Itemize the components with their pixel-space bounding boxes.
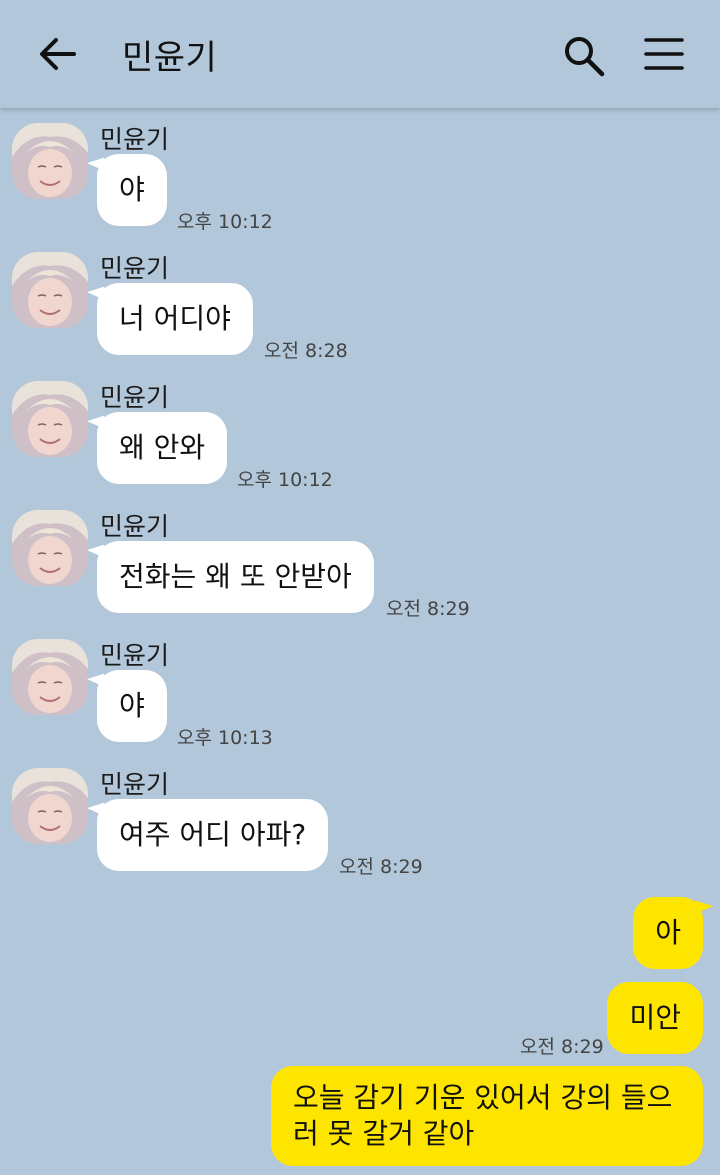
message-time: 오전 8:28: [264, 340, 348, 362]
chat-header: 민윤기: [0, 0, 720, 108]
message-bubble[interactable]: 여주 어디 아파?: [97, 799, 329, 871]
my-message-bubble[interactable]: 미안: [607, 982, 703, 1054]
my-message-bubble[interactable]: 오늘 감기 기운 있어서 강의 들으러 못 갈거 같아: [271, 1066, 703, 1166]
message-bubble[interactable]: 왜 안와: [97, 412, 228, 484]
search-icon: [565, 37, 605, 77]
avatar-image: [12, 510, 88, 586]
avatar[interactable]: [12, 510, 88, 586]
sender-name: 민윤기: [100, 254, 170, 283]
hamburger-menu-icon: [644, 38, 684, 70]
message-time: 오전 8:29: [386, 598, 470, 620]
incoming-message: 민윤기 왜 안와 오후 10:12: [0, 368, 720, 493]
message-bubble[interactable]: 전화는 왜 또 안받아: [97, 541, 374, 613]
message-bubble[interactable]: 야: [97, 154, 167, 226]
message-bubble[interactable]: 야: [97, 670, 167, 742]
sender-name: 민윤기: [100, 125, 170, 154]
sender-name: 민윤기: [100, 512, 170, 541]
my-message-bubble[interactable]: 아: [633, 897, 703, 969]
back-button[interactable]: [36, 34, 80, 74]
avatar-image: [12, 768, 88, 844]
avatar-image: [12, 639, 88, 715]
avatar-image: [12, 381, 88, 457]
avatar[interactable]: [12, 768, 88, 844]
incoming-message: 민윤기 전화는 왜 또 안받아 오전 8:29: [0, 497, 720, 622]
message-bubble[interactable]: 너 어디야: [97, 283, 253, 355]
chat-title: 민윤기: [122, 38, 218, 78]
avatar-image: [12, 252, 88, 328]
avatar[interactable]: [12, 252, 88, 328]
arrow-left-icon: [40, 38, 76, 70]
incoming-message: 민윤기 야 오후 10:12: [0, 110, 720, 235]
incoming-message: 민윤기 여주 어디 아파? 오전 8:29: [0, 755, 720, 880]
avatar[interactable]: [12, 123, 88, 199]
search-button[interactable]: [562, 34, 606, 78]
sender-name: 민윤기: [100, 770, 170, 799]
message-time: 오전 8:29: [520, 1036, 604, 1058]
sender-name: 민윤기: [100, 383, 170, 412]
incoming-message: 민윤기 야 오후 10:13: [0, 626, 720, 751]
avatar[interactable]: [12, 381, 88, 457]
message-time: 오전 8:29: [339, 856, 423, 878]
avatar[interactable]: [12, 639, 88, 715]
message-time: 오후 10:12: [237, 469, 333, 491]
avatar-image: [12, 123, 88, 199]
message-time: 오후 10:13: [177, 727, 273, 749]
sender-name: 민윤기: [100, 641, 170, 670]
message-time: 오후 10:12: [177, 211, 273, 233]
menu-button[interactable]: [644, 36, 684, 72]
incoming-message: 민윤기 너 어디야 오전 8:28: [0, 239, 720, 364]
